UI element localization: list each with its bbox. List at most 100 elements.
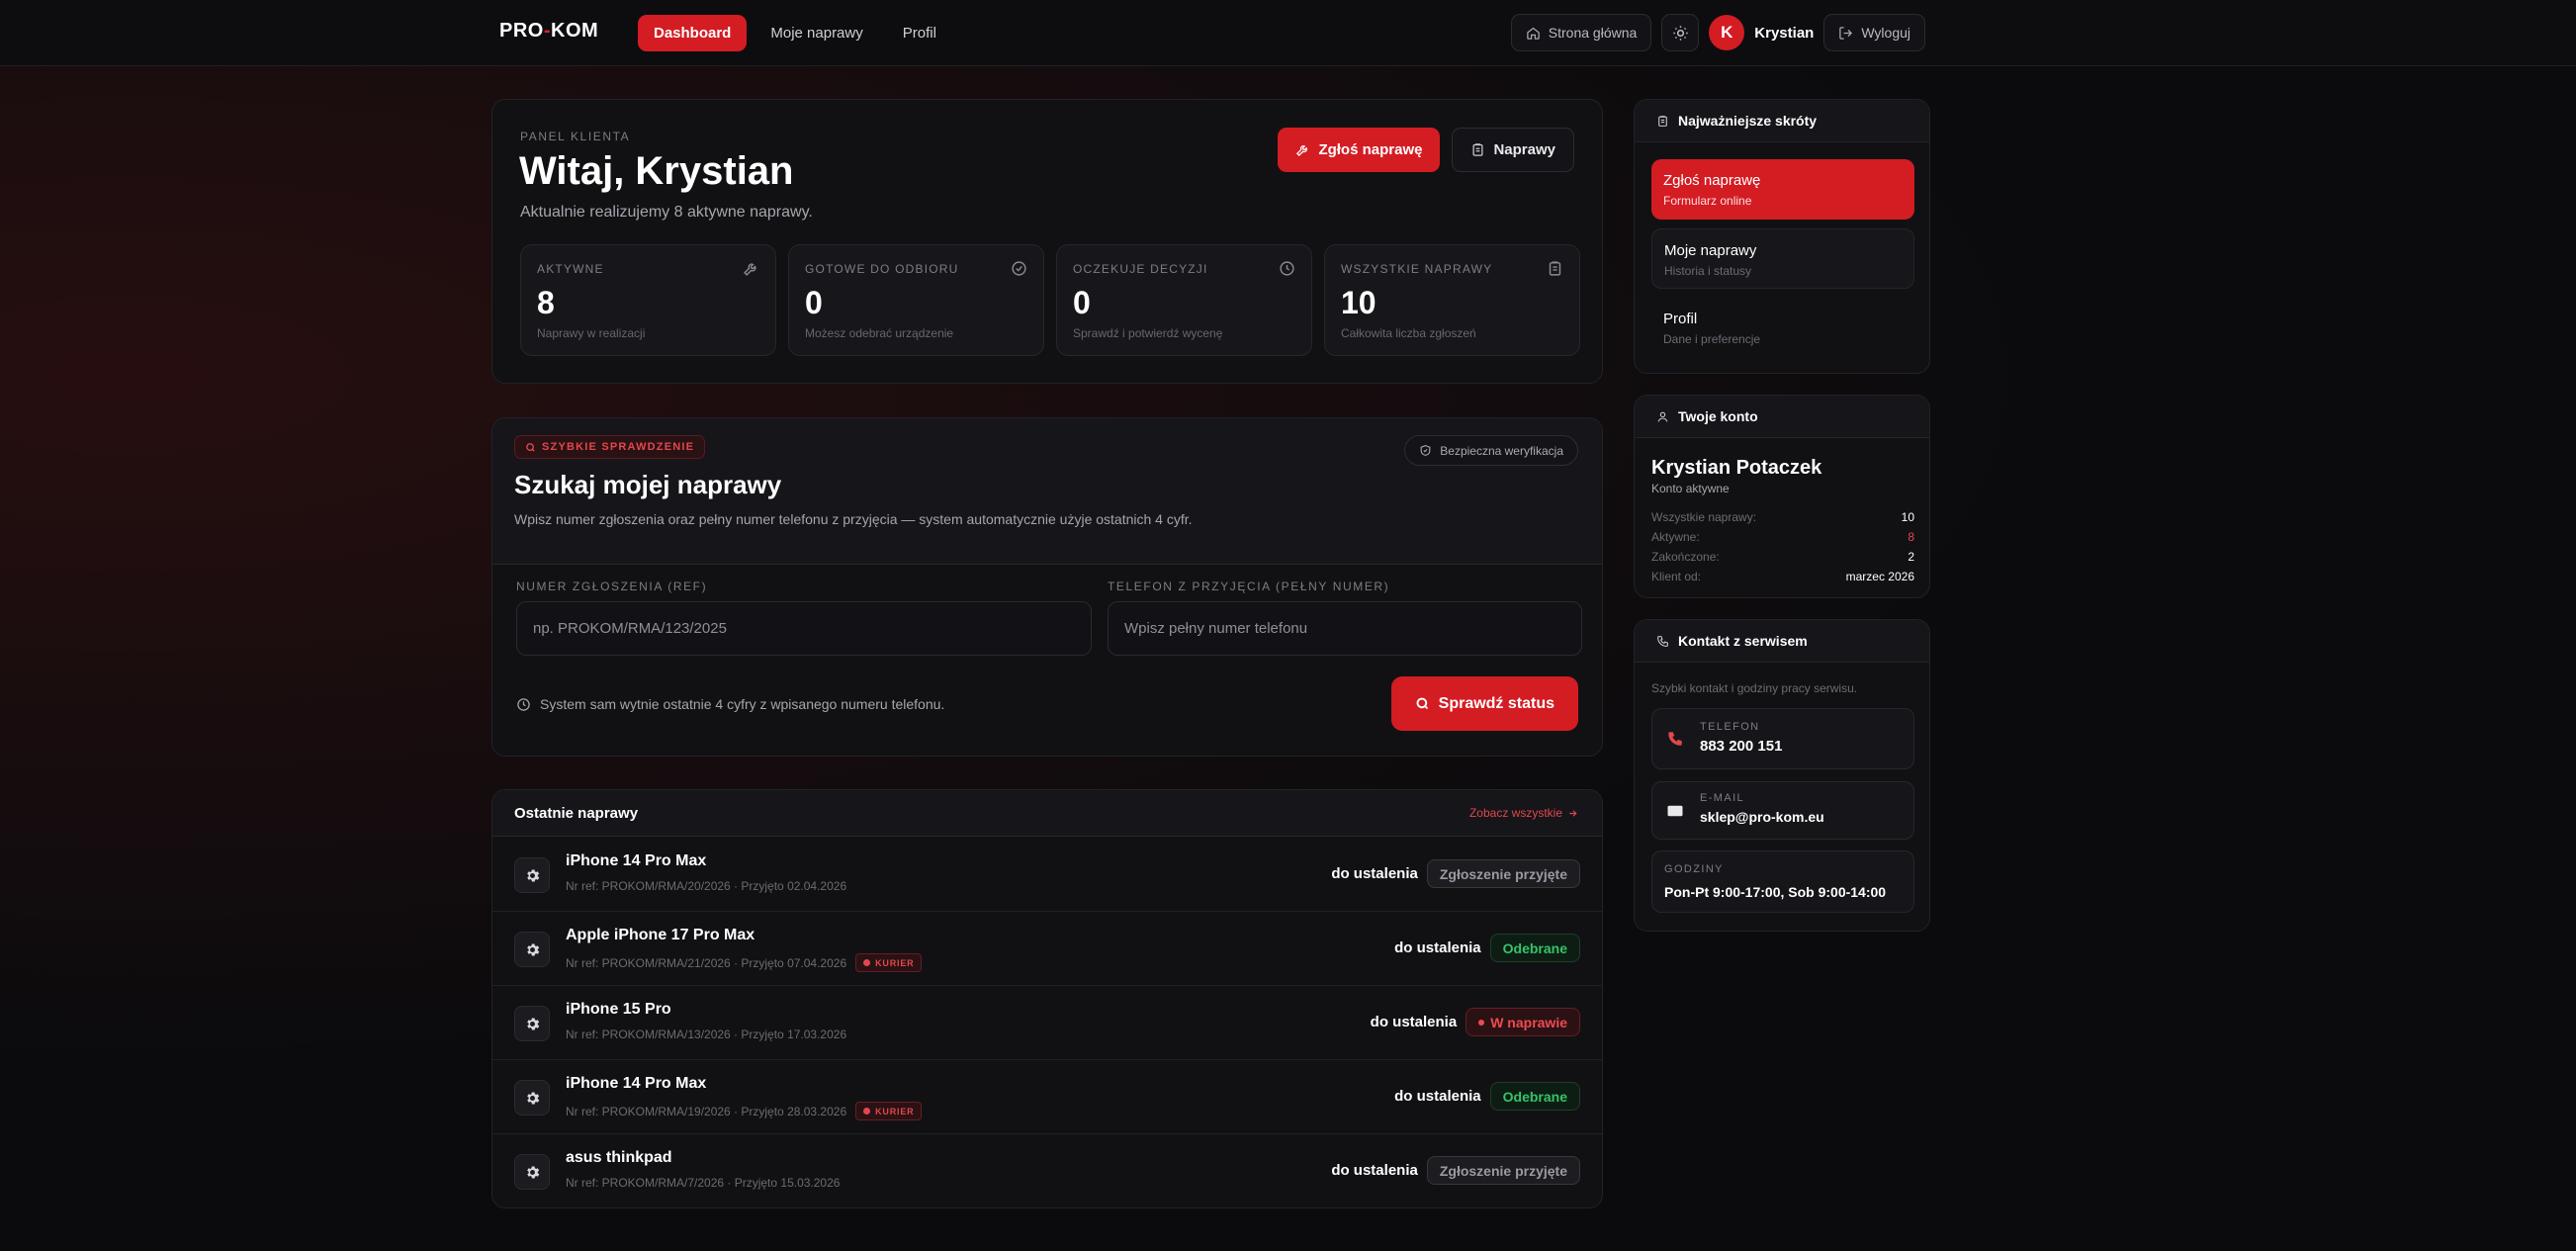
status-dot-icon <box>1478 1019 1485 1026</box>
phone-icon <box>1666 730 1684 748</box>
table-row[interactable]: asus thinkpad Nr ref: PROKOM/RMA/7/2026 … <box>492 1134 1602 1207</box>
check-status-button[interactable]: Sprawdź status <box>1390 676 1578 731</box>
shield-icon <box>1419 444 1432 457</box>
stats-row: AKTYWNE 8 Naprawy w realizacji GOTOWE DO… <box>520 244 1580 356</box>
courier-dot-icon <box>863 1108 871 1115</box>
logout-label: Wyloguj <box>1861 25 1910 41</box>
row-status-group: do ustalenia Zgłoszenie przyjęte <box>1331 859 1580 888</box>
row-meta: Nr ref: PROKOM/RMA/20/2026 · Przyjęto 02… <box>566 879 847 893</box>
courier-badge: KURIER <box>855 1102 923 1120</box>
stat-ready: GOTOWE DO ODBIORU 0 Możesz odebrać urząd… <box>788 244 1044 356</box>
nav-dashboard[interactable]: Dashboard <box>638 15 748 51</box>
account-name: Krystian Potaczek <box>1651 457 1822 479</box>
report-repair-button[interactable]: Zgłoś naprawę <box>1278 128 1441 172</box>
price: do ustalenia <box>1394 939 1481 956</box>
row-status-group: do ustalenia W naprawie <box>1371 1008 1580 1036</box>
shortcuts-card: Najważniejsze skróty Zgłoś naprawę Formu… <box>1634 99 1930 374</box>
logo[interactable]: PRO-KOM <box>499 20 598 43</box>
device-name: Apple iPhone 17 Pro Max <box>566 927 755 943</box>
row-status-group: do ustalenia Odebrane <box>1394 934 1580 962</box>
stat-all: WSZYSTKIE NAPRAWY 10 Całkowita liczba zg… <box>1324 244 1580 356</box>
welcome-card: PANEL KLIENTA Witaj, Krystian Aktualnie … <box>491 99 1603 384</box>
logout-button[interactable]: Wyloguj <box>1823 14 1925 51</box>
welcome-actions: Zgłoś naprawę Naprawy <box>1278 128 1574 172</box>
repairs-list: iPhone 14 Pro Max Nr ref: PROKOM/RMA/20/… <box>492 838 1602 1207</box>
status-badge: Zgłoszenie przyjęte <box>1426 1156 1580 1185</box>
ref-input[interactable] <box>516 601 1092 656</box>
main-nav: Dashboard Moje naprawy Profil <box>638 15 952 51</box>
mail-icon <box>1666 802 1684 820</box>
phone-input[interactable] <box>1108 601 1582 656</box>
row-status-group: do ustalenia Odebrane <box>1394 1082 1580 1111</box>
device-name: iPhone 14 Pro Max <box>566 1075 707 1092</box>
table-row[interactable]: iPhone 15 Pro Nr ref: PROKOM/RMA/13/2026… <box>492 986 1602 1060</box>
arrow-right-icon <box>1567 808 1578 819</box>
search-icon <box>525 442 536 453</box>
home-button-label: Strona główna <box>1548 25 1638 41</box>
row-meta: Nr ref: PROKOM/RMA/7/2026 · Przyjęto 15.… <box>566 1176 841 1190</box>
status-badge: W naprawie <box>1466 1008 1580 1036</box>
stat-active: AKTYWNE 8 Naprawy w realizacji <box>520 244 776 356</box>
device-icon-tile <box>514 1006 550 1041</box>
gear-icon <box>524 1164 541 1181</box>
wrench-icon <box>1295 142 1310 157</box>
phone-hint: System sam wytnie ostatnie 4 cyfry z wpi… <box>516 696 944 712</box>
report-repair-label: Zgłoś naprawę <box>1318 141 1423 158</box>
user-icon <box>1656 410 1669 423</box>
device-name: asus thinkpad <box>566 1149 672 1166</box>
price: do ustalenia <box>1370 1014 1458 1030</box>
account-status: Konto aktywne <box>1651 482 1730 495</box>
shortcut-report-repair[interactable]: Zgłoś naprawę Formularz online <box>1651 159 1914 220</box>
table-row[interactable]: iPhone 14 Pro Max Nr ref: PROKOM/RMA/20/… <box>492 838 1602 912</box>
nav-profile[interactable]: Profil <box>887 15 952 51</box>
top-bar: PRO-KOM Dashboard Moje naprawy Profil St… <box>0 0 2576 66</box>
nav-my-repairs[interactable]: Moje naprawy <box>755 15 878 51</box>
shortcuts-header: Najważniejsze skróty <box>1635 100 1929 142</box>
price: do ustalenia <box>1331 865 1418 882</box>
table-row[interactable]: iPhone 14 Pro Max Nr ref: PROKOM/RMA/19/… <box>492 1060 1602 1134</box>
check-circle-icon <box>1011 260 1027 277</box>
ref-label: NUMER ZGŁOSZENIA (REF) <box>516 580 708 593</box>
account-row: Aktywne: 8 <box>1651 530 1914 544</box>
price: do ustalenia <box>1331 1162 1418 1179</box>
courier-badge: KURIER <box>855 953 923 972</box>
account-row: Wszystkie naprawy: 10 <box>1651 510 1914 524</box>
account-stats: Wszystkie naprawy: 10 Aktywne: 8 Zakończon… <box>1651 507 1914 586</box>
avatar[interactable]: K <box>1709 15 1745 50</box>
shortcut-my-repairs[interactable]: Moje naprawy Historia i statusy <box>1651 228 1914 289</box>
table-row[interactable]: Apple iPhone 17 Pro Max Nr ref: PROKOM/R… <box>492 912 1602 986</box>
recent-repairs-card: Ostatnie naprawy Zobacz wszystkie iPhone… <box>491 789 1603 1208</box>
page-title: Witaj, Krystian <box>519 149 794 193</box>
contact-phone[interactable]: TELEFON 883 200 151 <box>1651 708 1914 769</box>
stat-pending: OCZEKUJE DECYZJI 0 Sprawdź i potwierdź w… <box>1056 244 1312 356</box>
account-row: Klient od: marzec 2026 <box>1651 570 1914 583</box>
gear-icon <box>524 867 541 884</box>
phone-icon <box>1656 635 1669 648</box>
repairs-button[interactable]: Naprawy <box>1452 128 1574 172</box>
status-badge: Odebrane <box>1489 1082 1580 1111</box>
device-name: iPhone 15 Pro <box>566 1001 671 1018</box>
quick-check-badge: SZYBKIE SPRAWDZENIE <box>514 435 706 459</box>
panel-eyebrow: PANEL KLIENTA <box>520 130 631 143</box>
shortcut-profile[interactable]: Profil Dane i preferencje <box>1651 298 1914 358</box>
repairs-button-label: Naprawy <box>1493 141 1555 158</box>
clipboard-icon <box>1547 260 1563 277</box>
row-meta: Nr ref: PROKOM/RMA/13/2026 · Przyjęto 17… <box>566 1028 847 1041</box>
wrench-icon <box>743 260 759 277</box>
contact-hours: GODZINY Pon-Pt 9:00-17:00, Sob 9:00-14:0… <box>1651 850 1914 913</box>
home-button[interactable]: Strona główna <box>1510 14 1652 51</box>
user-name: Krystian <box>1754 24 1815 42</box>
phone-label: TELEFON Z PRZYJĘCIA (PEŁNY NUMER) <box>1108 580 1390 593</box>
device-icon-tile <box>514 1154 550 1190</box>
contact-description: Szybki kontakt i godziny pracy serwisu. <box>1651 681 1858 695</box>
gear-icon <box>524 1090 541 1107</box>
status-badge: Zgłoszenie przyjęte <box>1426 859 1580 888</box>
see-all-link[interactable]: Zobacz wszystkie <box>1469 806 1578 820</box>
theme-toggle-button[interactable] <box>1661 14 1700 51</box>
secure-verification-badge: Bezpieczna weryfikacja <box>1404 435 1578 466</box>
search-description: Wpisz numer zgłoszenia oraz pełny numer … <box>514 511 1193 527</box>
clock-icon <box>516 697 531 712</box>
contact-header: Kontakt z serwisem <box>1635 620 1929 663</box>
search-icon <box>1415 696 1430 711</box>
contact-email[interactable]: E-MAIL sklep@pro-kom.eu <box>1651 781 1914 840</box>
